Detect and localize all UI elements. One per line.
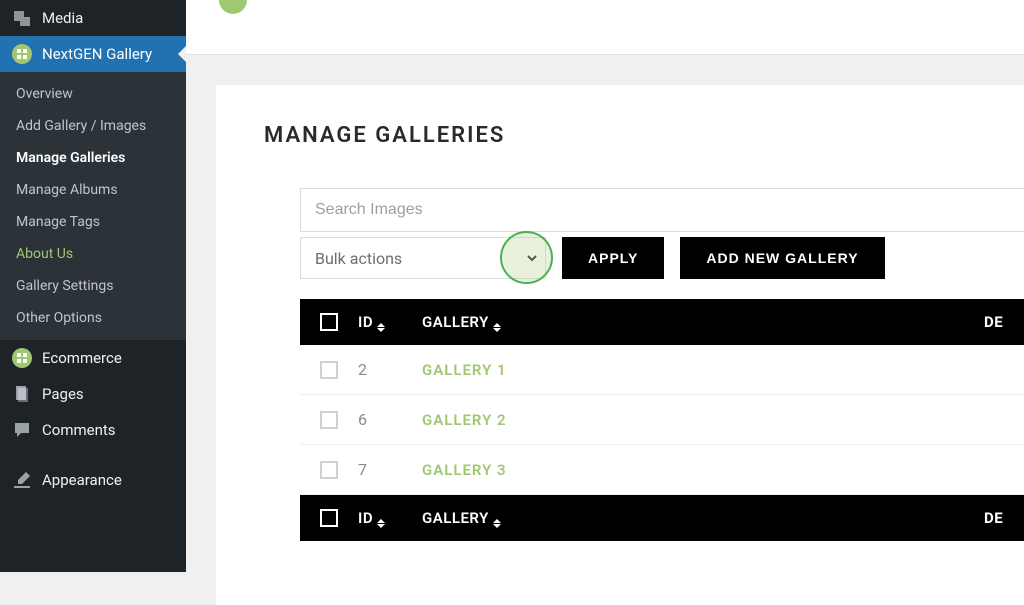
sidebar-sub-manage-albums[interactable]: Manage Albums — [0, 174, 186, 206]
sidebar-sub-overview[interactable]: Overview — [0, 78, 186, 110]
sidebar-item-comments[interactable]: Comments — [0, 412, 186, 448]
controls: Bulk actions APPLY ADD NEW GALLERY — [300, 188, 1024, 279]
select-all-checkbox[interactable] — [320, 313, 338, 331]
pages-icon — [12, 384, 32, 404]
admin-sidebar: Media NextGEN Gallery Overview Add Galle… — [0, 0, 186, 572]
comments-icon — [12, 420, 32, 440]
sidebar-item-nextgen[interactable]: NextGEN Gallery — [0, 36, 186, 72]
row-gallery-link[interactable]: GALLERY 2 — [422, 411, 1024, 429]
row-checkbox[interactable] — [320, 461, 338, 479]
table-row: 7 GALLERY 3 — [300, 445, 1024, 495]
row-checkbox[interactable] — [320, 411, 338, 429]
sort-icon — [493, 519, 501, 528]
ecommerce-icon — [12, 348, 32, 368]
table-footer: ID GALLERY DE — [300, 495, 1024, 541]
sidebar-item-label: Pages — [42, 385, 84, 403]
column-footer-id[interactable]: ID — [358, 509, 422, 528]
table-row: 6 GALLERY 2 — [300, 395, 1024, 445]
row-gallery-link[interactable]: GALLERY 3 — [422, 461, 1024, 479]
media-icon — [12, 8, 32, 28]
bulk-actions-select[interactable]: Bulk actions — [300, 237, 546, 279]
sidebar-item-label: Media — [42, 9, 83, 27]
sidebar-sub-manage-galleries[interactable]: Manage Galleries — [0, 142, 186, 174]
sidebar-item-label: NextGEN Gallery — [42, 45, 152, 63]
main-content: MANAGE GALLERIES Bulk actions APPLY ADD … — [186, 0, 1024, 572]
sort-icon — [493, 323, 501, 332]
chevron-down-icon — [525, 251, 539, 265]
sort-icon — [377, 519, 385, 528]
brand-circle-icon — [219, 0, 247, 14]
row-id: 6 — [358, 410, 422, 429]
search-input[interactable] — [300, 188, 1024, 232]
sidebar-item-label: Comments — [42, 421, 116, 439]
table-row: 2 GALLERY 1 — [300, 345, 1024, 395]
content-panel: MANAGE GALLERIES Bulk actions APPLY ADD … — [216, 85, 1024, 605]
sidebar-sub-add-gallery[interactable]: Add Gallery / Images — [0, 110, 186, 142]
column-footer-gallery[interactable]: GALLERY — [422, 509, 984, 528]
sidebar-sub-gallery-settings[interactable]: Gallery Settings — [0, 270, 186, 302]
appearance-icon — [12, 470, 32, 490]
sidebar-item-appearance[interactable]: Appearance — [0, 462, 186, 498]
row-id: 7 — [358, 460, 422, 479]
sidebar-item-ecommerce[interactable]: Ecommerce — [0, 340, 186, 376]
sidebar-item-pages[interactable]: Pages — [0, 376, 186, 412]
column-header-gallery[interactable]: GALLERY — [422, 313, 984, 332]
column-header-id[interactable]: ID — [358, 313, 422, 332]
select-all-checkbox-footer[interactable] — [320, 509, 338, 527]
row-gallery-link[interactable]: GALLERY 1 — [422, 361, 1024, 379]
column-header-truncated: DE — [984, 313, 1024, 331]
column-footer-truncated: DE — [984, 509, 1024, 527]
apply-button[interactable]: APPLY — [562, 237, 664, 279]
sidebar-submenu: Overview Add Gallery / Images Manage Gal… — [0, 72, 186, 340]
sidebar-sub-manage-tags[interactable]: Manage Tags — [0, 206, 186, 238]
table-header: ID GALLERY DE — [300, 299, 1024, 345]
topbar — [186, 0, 1024, 55]
sidebar-item-label: Appearance — [42, 471, 122, 489]
nextgen-icon — [12, 44, 32, 64]
sidebar-item-label: Ecommerce — [42, 349, 122, 367]
sidebar-item-media[interactable]: Media — [0, 0, 186, 36]
row-id: 2 — [358, 360, 422, 379]
sort-icon — [377, 323, 385, 332]
bulk-actions-label: Bulk actions — [315, 249, 402, 268]
add-new-gallery-button[interactable]: ADD NEW GALLERY — [680, 237, 884, 279]
sidebar-sub-about-us[interactable]: About Us — [0, 238, 186, 270]
page-title: MANAGE GALLERIES — [264, 123, 1024, 148]
sidebar-sub-other-options[interactable]: Other Options — [0, 302, 186, 334]
galleries-table: ID GALLERY DE 2 GALLERY 1 6 GALLERY 2 7 … — [264, 299, 1024, 541]
row-checkbox[interactable] — [320, 361, 338, 379]
